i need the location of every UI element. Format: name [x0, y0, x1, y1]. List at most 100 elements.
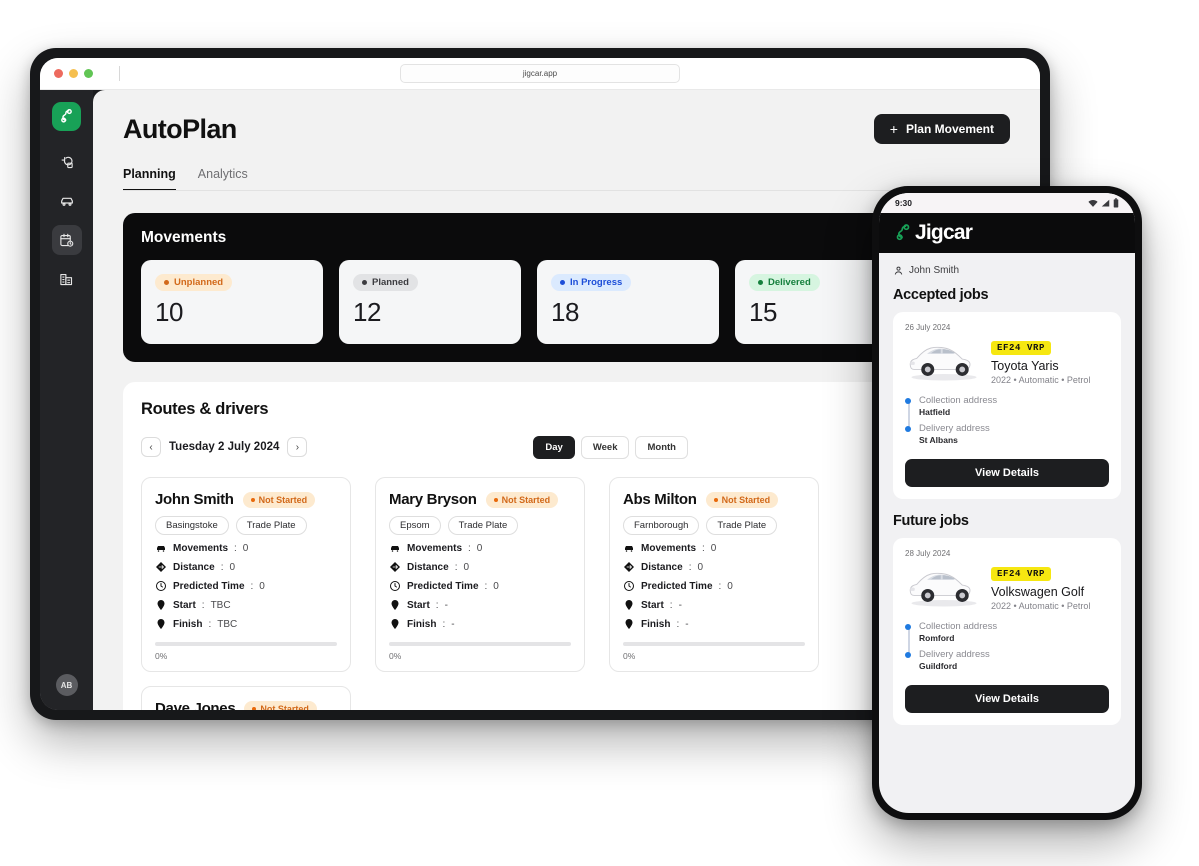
dashboard-refresh-icon: [61, 156, 73, 168]
driver-header: Mary Bryson Not Started: [389, 491, 571, 508]
metric-distance: Distance: 0: [389, 561, 571, 573]
location-dot-icon: [905, 426, 911, 432]
collection-value: Hatfield: [919, 407, 951, 417]
metric-value: 0: [697, 561, 704, 573]
screenshot-stage: jigcar.app AB AutoPlan + Plan Movement P…: [0, 0, 1199, 866]
metric-label: Predicted Time: [641, 580, 713, 592]
view-details-button[interactable]: View Details: [905, 459, 1109, 487]
metric-start: Start: -: [389, 599, 571, 611]
car-spec: 2022 • Automatic • Petrol: [991, 601, 1091, 611]
tag-location: Epsom: [389, 516, 441, 535]
metric-value: 0: [229, 561, 236, 573]
metric-movements: Movements: 0: [155, 542, 337, 554]
range-day-button[interactable]: Day: [533, 435, 575, 459]
routes-title: Routes & drivers: [141, 400, 269, 418]
driver-card[interactable]: Mary Bryson Not Started Epsom Trade Plat…: [375, 477, 585, 672]
chevron-right-icon[interactable]: ›: [287, 437, 308, 457]
wifi-icon: [1088, 199, 1098, 207]
status-badge: Not Started: [244, 700, 317, 711]
status-badge: Planned: [353, 274, 418, 291]
metric-finish: Finish: TBC: [155, 618, 337, 630]
tab-planning[interactable]: Planning: [123, 167, 176, 191]
calendar-clock-icon: [60, 233, 74, 247]
jigcar-logo-icon[interactable]: [52, 102, 81, 131]
metric-start: Start: -: [623, 599, 805, 611]
sidebar-item-planning[interactable]: [51, 225, 82, 255]
maximize-window-button[interactable]: [84, 69, 93, 78]
metric-distance: Distance: 0: [623, 561, 805, 573]
badge-dot-icon: [713, 497, 718, 502]
plan-movement-button[interactable]: + Plan Movement: [873, 114, 1010, 144]
car-spec: 2022 • Automatic • Petrol: [991, 375, 1091, 385]
driver-card[interactable]: John Smith Not Started Basingstoke Trade…: [141, 477, 351, 672]
url-bar[interactable]: jigcar.app: [400, 64, 680, 83]
metric-label: Movements: [407, 542, 463, 554]
driver-tags: Farnborough Trade Plate: [623, 516, 805, 535]
range-month-button[interactable]: Month: [635, 435, 688, 459]
browser-toolbar: jigcar.app: [40, 58, 1040, 90]
sidebar-item-dashboard[interactable]: [52, 147, 82, 177]
current-date-label: Tuesday 2 July 2024: [169, 441, 280, 453]
progress-bar: [155, 642, 337, 646]
car-photo: [909, 346, 977, 381]
metric-label: Predicted Time: [407, 580, 479, 592]
chevron-left-icon[interactable]: ‹: [141, 437, 161, 457]
metric-predicted-time: Predicted Time: 0: [389, 580, 571, 592]
car-icon: [389, 542, 401, 554]
plus-icon: +: [889, 121, 898, 137]
badge-label: Unplanned: [174, 277, 224, 288]
job-card[interactable]: 26 July 2024 EF24 VRP Toyota Yaris 2022 …: [893, 312, 1121, 499]
metric-label: Start: [407, 599, 430, 611]
badge-label: Delivered: [768, 277, 811, 288]
stat-card-in-progress[interactable]: In Progress 18: [537, 260, 719, 344]
job-date: 28 July 2024: [905, 549, 951, 558]
phone-status-bar: 9:30: [879, 193, 1135, 213]
plate-badge: EF24 VRP: [991, 341, 1052, 355]
job-vehicle-info: EF24 VRP Toyota Yaris 2022 • Automatic •…: [991, 337, 1090, 385]
sidebar-item-vehicles[interactable]: [52, 186, 82, 216]
window-controls[interactable]: [54, 69, 93, 78]
distance-icon: [389, 561, 401, 573]
phone-screen: 9:30 Jigcar John Smith Accepted jobs 26 …: [879, 193, 1135, 813]
phone-content: John Smith Accepted jobs 26 July 2024 EF…: [879, 253, 1135, 813]
job-card[interactable]: 28 July 2024 EF24 VRP Volkswagen Golf 20…: [893, 538, 1121, 725]
map-pin-icon: [623, 618, 635, 630]
range-week-button[interactable]: Week: [580, 435, 630, 459]
progress-label: 0%: [389, 651, 402, 661]
status-badge: Delivered: [749, 274, 820, 291]
tab-analytics[interactable]: Analytics: [198, 167, 248, 191]
phone-user-name: John Smith: [909, 265, 960, 276]
metric-value: 0: [259, 580, 265, 592]
url-text: jigcar.app: [522, 69, 558, 78]
metric-value: TBC: [217, 618, 238, 630]
driver-tags: Basingstoke Trade Plate: [155, 516, 337, 535]
progress-label: 0%: [155, 651, 168, 661]
collection-address-row: Collection address Romford: [905, 621, 1109, 643]
metric-distance: Distance: 0: [155, 561, 337, 573]
driver-card[interactable]: Abs Milton Not Started Farnborough Trade…: [609, 477, 819, 672]
metric-label: Finish: [641, 618, 671, 630]
person-icon: [894, 266, 903, 275]
view-details-button[interactable]: View Details: [905, 685, 1109, 713]
metric-start: Start: TBC: [155, 599, 337, 611]
driver-header: Dave Jones Not Started: [155, 700, 337, 710]
driver-card[interactable]: Dave Jones Not Started Guildford Tr: [141, 686, 351, 710]
close-window-button[interactable]: [54, 69, 63, 78]
building-icon: [60, 273, 73, 285]
stat-card-planned[interactable]: Planned 12: [339, 260, 521, 344]
delivery-value: St Albans: [919, 435, 958, 445]
section-title-future-jobs: Future jobs: [893, 513, 969, 529]
map-pin-icon: [155, 618, 167, 630]
clock-icon: [389, 580, 401, 592]
stat-card-unplanned[interactable]: Unplanned 10: [141, 260, 323, 344]
status-label: Not Started: [258, 494, 308, 505]
delivery-address-row: Delivery address Guildford: [905, 649, 1109, 671]
minimize-window-button[interactable]: [69, 69, 78, 78]
avatar[interactable]: AB: [55, 674, 78, 696]
driver-name: Abs Milton: [623, 491, 697, 508]
stat-value: 10: [155, 297, 183, 327]
metric-label: Movements: [173, 542, 229, 554]
sidebar-item-company[interactable]: [52, 264, 82, 294]
badge-dot-icon: [362, 280, 367, 285]
status-label: Not Started: [260, 703, 309, 711]
